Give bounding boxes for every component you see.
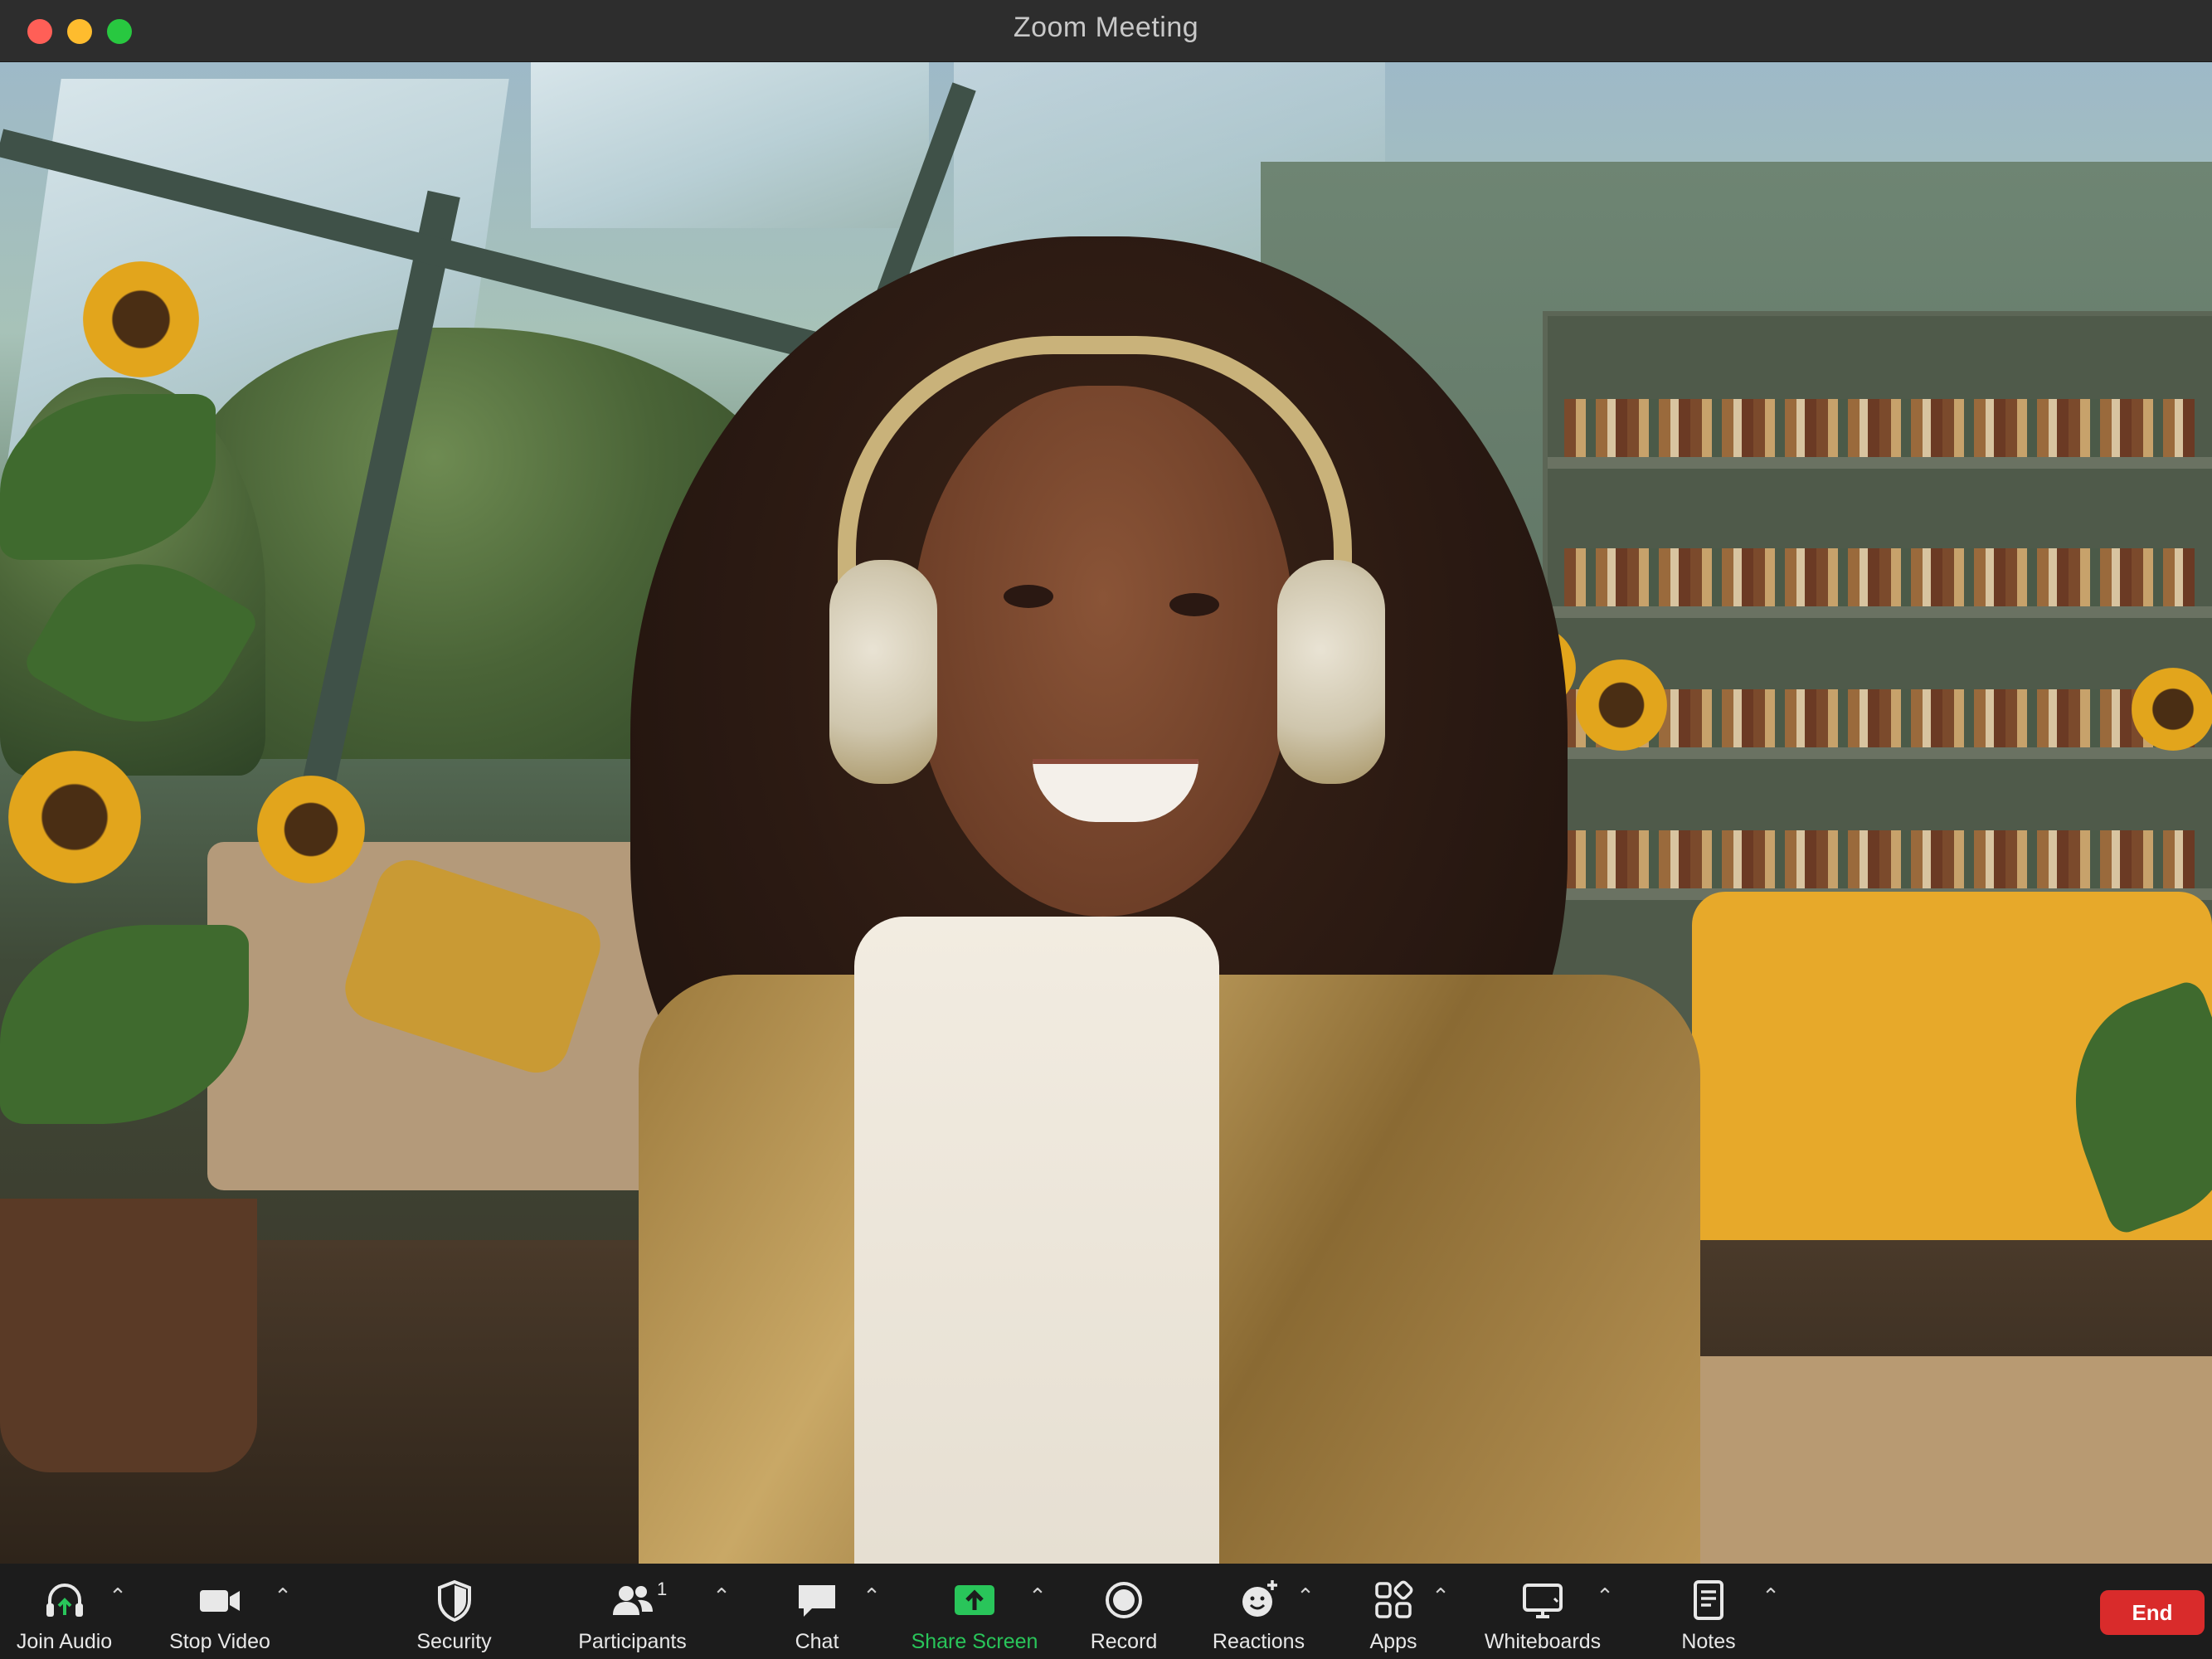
window-title: Zoom Meeting: [1013, 12, 1199, 43]
books-row: [1564, 548, 2195, 606]
shelf: [1548, 606, 2212, 618]
books-row: [1564, 399, 2195, 457]
apps-options-caret[interactable]: ⌃: [1428, 1584, 1453, 1608]
audio-options-caret[interactable]: ⌃: [105, 1584, 130, 1608]
chat-bubble-icon: [799, 1585, 835, 1617]
notes-label: Notes: [1681, 1630, 1736, 1653]
apps-button[interactable]: Apps: [1352, 1564, 1435, 1659]
coffee-table: [1692, 1356, 2212, 1564]
chat-options-caret[interactable]: ⌃: [859, 1584, 884, 1608]
sunflower: [2132, 668, 2212, 751]
headphone-earcup: [1277, 560, 1385, 784]
share-screen-label: Share Screen: [911, 1630, 1038, 1653]
video-options-caret[interactable]: ⌃: [270, 1584, 295, 1608]
join-audio-label: Join Audio: [16, 1630, 113, 1653]
participant-count: 1: [657, 1579, 668, 1599]
video-camera-icon: [200, 1590, 240, 1612]
notes-options-caret[interactable]: ⌃: [1758, 1584, 1783, 1608]
sunflower: [257, 776, 365, 883]
share-screen-button[interactable]: Share Screen: [908, 1564, 1041, 1659]
apps-icon: [1375, 1580, 1413, 1618]
shelf: [1548, 747, 2212, 759]
participant-eye: [1169, 593, 1219, 616]
whiteboard-icon: [1523, 1584, 1563, 1618]
people-icon: [612, 1586, 653, 1615]
meeting-toolbar: Join Audio ⌃ Stop Video ⌃ Security Parti…: [0, 1564, 2212, 1659]
security-button[interactable]: Security: [406, 1564, 502, 1659]
books-row: [1564, 830, 2195, 888]
sunflower: [1576, 659, 1667, 751]
chat-label: Chat: [795, 1630, 839, 1653]
end-meeting-button[interactable]: End: [2100, 1590, 2205, 1635]
share-screen-options-caret[interactable]: ⌃: [1025, 1584, 1050, 1608]
participants-button[interactable]: Participants: [572, 1564, 693, 1659]
record-icon: [1106, 1582, 1142, 1618]
participants-label: Participants: [578, 1630, 687, 1653]
video-area[interactable]: [0, 62, 2212, 1564]
participant-turtleneck: [854, 917, 1219, 1564]
shield-icon: [437, 1579, 471, 1623]
whiteboards-label: Whiteboards: [1484, 1630, 1602, 1653]
record-label: Record: [1090, 1630, 1158, 1653]
notes-icon: [1694, 1580, 1723, 1620]
security-label: Security: [416, 1630, 492, 1653]
sunflower: [83, 261, 199, 377]
chat-button[interactable]: Chat: [780, 1564, 854, 1659]
skylight-pane: [531, 62, 929, 228]
apps-label: Apps: [1369, 1630, 1417, 1653]
reactions-label: Reactions: [1212, 1630, 1305, 1653]
record-button[interactable]: Record: [1082, 1564, 1165, 1659]
reactions-button[interactable]: Reactions: [1207, 1564, 1310, 1659]
plant-pot: [0, 1199, 257, 1472]
stop-video-button[interactable]: Stop Video: [162, 1564, 278, 1659]
notes-button[interactable]: Notes: [1667, 1564, 1750, 1659]
whiteboards-options-caret[interactable]: ⌃: [1592, 1584, 1617, 1608]
participants-options-caret[interactable]: ⌃: [709, 1584, 734, 1608]
participant-eye: [1004, 585, 1053, 608]
whiteboards-button[interactable]: Whiteboards: [1476, 1564, 1609, 1659]
share-screen-icon: [955, 1585, 994, 1615]
shelf: [1548, 457, 2212, 469]
join-audio-button[interactable]: Join Audio: [8, 1564, 120, 1659]
headphones-upload-icon: [46, 1584, 83, 1617]
headphone-earcup: [829, 560, 937, 784]
stop-video-label: Stop Video: [169, 1630, 270, 1653]
sunflower: [8, 751, 141, 883]
reactions-options-caret[interactable]: ⌃: [1293, 1584, 1318, 1608]
title-bar: Zoom Meeting: [0, 0, 2212, 62]
smiley-plus-icon: [1242, 1580, 1277, 1617]
